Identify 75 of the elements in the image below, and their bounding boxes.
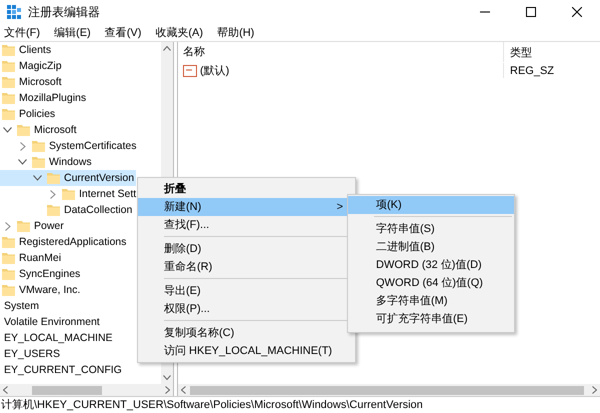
scrollbar-thumb[interactable]	[190, 386, 584, 394]
tree-item[interactable]: Power	[0, 218, 66, 234]
tree-item[interactable]: CurrentVersion	[0, 170, 136, 186]
tree-item[interactable]: Internet Sett	[0, 186, 138, 202]
scroll-down-icon[interactable]	[163, 375, 171, 380]
menu-item[interactable]: 项(K)	[348, 196, 514, 214]
scroll-right-icon[interactable]	[165, 386, 170, 394]
scroll-left-icon[interactable]	[181, 386, 186, 394]
menu-item[interactable]: 帮助(H)	[217, 25, 254, 40]
status-bar: 计算机\HKEY_CURRENT_USER\Software\Policies\Microsoft\Windows\CurrentVersion	[0, 396, 600, 413]
folder-icon	[2, 108, 15, 120]
chevron-down-icon[interactable]	[18, 159, 27, 165]
tree-item[interactable]: SystemCertificates	[0, 138, 139, 154]
tree-item[interactable]: SyncEngines	[0, 266, 82, 282]
table-cell-text: (默认)	[200, 64, 230, 78]
folder-icon	[2, 92, 15, 104]
maximize-icon	[526, 7, 536, 17]
column-header[interactable]: 名称	[178, 42, 504, 62]
window-title: 注册表编辑器	[28, 4, 100, 20]
tree-item[interactable]: RuanMei	[0, 250, 64, 266]
menu-item[interactable]: 查看(V)	[104, 25, 142, 40]
tree-item[interactable]: MagicZip	[0, 58, 64, 74]
menu-item[interactable]: QWORD (64 位)值(Q)	[348, 274, 514, 292]
scrollbar-thumb[interactable]	[32, 386, 102, 394]
folder-icon	[2, 236, 15, 248]
tree-item[interactable]: Microsoft	[0, 122, 79, 138]
folder-icon	[47, 204, 60, 216]
menu-item[interactable]: 编辑(E)	[54, 25, 91, 40]
string-value-icon	[183, 64, 197, 76]
folder-icon	[32, 156, 45, 168]
folder-icon	[47, 172, 60, 184]
folder-icon	[2, 284, 15, 296]
folder-icon	[62, 188, 75, 200]
tree-item[interactable]: Windows	[0, 154, 94, 170]
tree-item[interactable]: EY_CURRENT_CONFIG	[0, 362, 124, 378]
close-icon	[572, 7, 582, 17]
tree-item[interactable]: RegisteredApplications	[0, 234, 128, 250]
chevron-right-icon[interactable]	[5, 222, 11, 231]
chevron-down-icon[interactable]	[33, 175, 42, 181]
folder-icon	[32, 140, 45, 152]
tree-item[interactable]: EY_LOCAL_MACHINE	[0, 330, 115, 346]
scroll-up-icon[interactable]	[163, 46, 171, 51]
menu-item[interactable]: DWORD (32 位)值(D)	[348, 256, 514, 274]
tree-item[interactable]: Clients	[0, 42, 54, 58]
chevron-down-icon[interactable]	[3, 127, 12, 133]
menu-item[interactable]: 折叠	[138, 180, 355, 198]
menu-item[interactable]: 字符串值(S)	[348, 220, 514, 238]
folder-icon	[2, 44, 15, 56]
scroll-right-icon[interactable]	[592, 386, 597, 394]
folder-icon	[2, 252, 15, 264]
menu-item[interactable]: 访问 HKEY_LOCAL_MACHINE(T)	[138, 342, 355, 360]
tree-item[interactable]: EY_USERS	[0, 346, 62, 362]
table-cell-text: REG_SZ	[509, 64, 554, 76]
menu-item[interactable]: 文件(F)	[4, 25, 40, 40]
scroll-left-icon[interactable]	[3, 386, 8, 394]
tree-item[interactable]: Microsoft	[0, 74, 64, 90]
menu-item[interactable]: 收藏夹(A)	[155, 25, 204, 40]
tree-item[interactable]: System	[0, 298, 42, 314]
column-header[interactable]: 类型	[504, 44, 532, 60]
tree-item[interactable]: DataCollection	[0, 202, 134, 218]
chevron-right-icon[interactable]	[20, 142, 26, 151]
folder-icon	[17, 220, 30, 232]
folder-icon	[2, 60, 15, 72]
tree-item[interactable]: MozillaPlugins	[0, 90, 88, 106]
tree-item[interactable]: Volatile Environment	[0, 314, 102, 330]
tree-item[interactable]: Policies	[0, 106, 58, 122]
folder-icon	[2, 268, 15, 280]
registry-editor-icon	[7, 5, 21, 19]
tree-item[interactable]: VMware, Inc.	[0, 282, 82, 298]
menu-item[interactable]: 可扩充字符串值(E)	[348, 310, 514, 328]
menu-item[interactable]: 多字符串值(M)	[348, 292, 514, 310]
chevron-right-icon[interactable]	[50, 190, 56, 199]
folder-icon	[2, 76, 15, 88]
menu-item[interactable]: 二进制值(B)	[348, 238, 514, 256]
folder-icon	[17, 124, 30, 136]
